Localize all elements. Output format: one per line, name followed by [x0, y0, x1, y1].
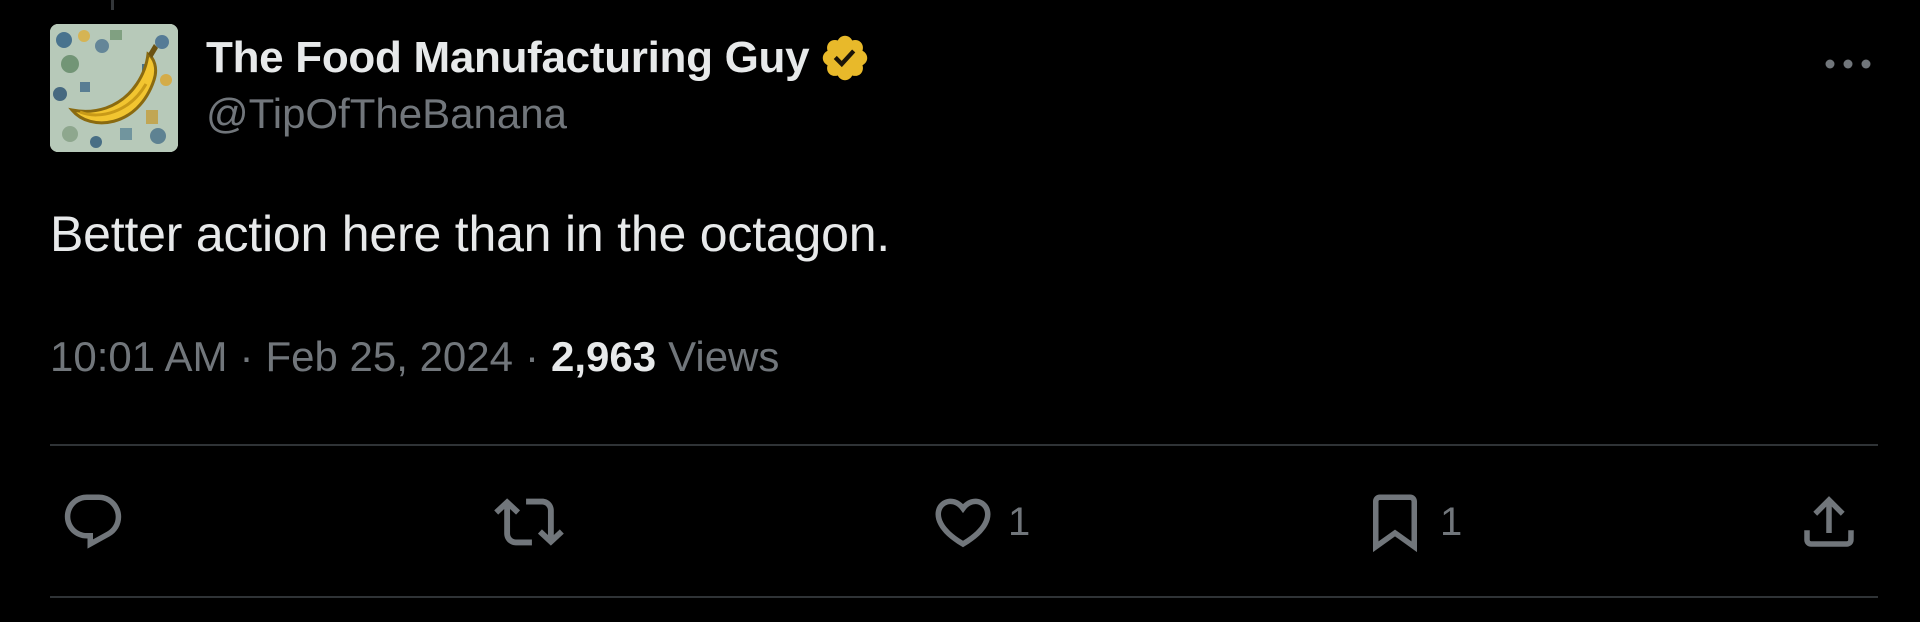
divider-top [50, 444, 1878, 446]
meta-separator: · [239, 333, 254, 380]
display-name[interactable]: The Food Manufacturing Guy [206, 33, 810, 83]
tweet-header: The Food Manufacturing Guy @TipOfTheBana… [50, 24, 1878, 154]
like-count: 1 [1008, 499, 1031, 544]
bookmark-icon [1373, 494, 1417, 553]
author-handle[interactable]: @TipOfTheBanana [206, 90, 871, 138]
meta-separator: · [525, 333, 539, 380]
tweet-time[interactable]: 10:01 AM [50, 333, 227, 381]
views-label: Views [668, 333, 780, 380]
more-options-button[interactable] [1818, 42, 1878, 86]
more-horizontal-icon [1825, 59, 1871, 69]
tweet-actions-bar: 1 1 [50, 480, 1878, 564]
like-button[interactable]: 1 [930, 480, 1030, 564]
author-names: The Food Manufacturing Guy @TipOfTheBana… [206, 30, 871, 138]
share-icon [1804, 496, 1854, 547]
heart-icon [935, 498, 991, 548]
banana-avatar-image [50, 24, 178, 152]
tweet-metadata: 10:01 AM · Feb 25, 2024 · 2,963 Views [50, 333, 779, 381]
bookmark-count: 1 [1440, 499, 1463, 544]
tweet: The Food Manufacturing Guy @TipOfTheBana… [50, 0, 1878, 622]
verified-badge-icon[interactable] [819, 32, 871, 84]
reply-button[interactable] [60, 480, 126, 564]
views-count: 2,963 [551, 333, 657, 380]
repost-button[interactable] [494, 480, 564, 564]
avatar[interactable] [50, 24, 178, 152]
reply-icon [64, 494, 122, 549]
display-name-row: The Food Manufacturing Guy [206, 30, 871, 86]
repost-icon [494, 498, 564, 546]
tweet-date[interactable]: Feb 25, 2024 [265, 333, 513, 381]
tweet-text: Better action here than in the octagon. [50, 206, 891, 262]
bookmark-button[interactable]: 1 [1362, 480, 1462, 564]
share-button[interactable] [1796, 480, 1862, 564]
divider-bottom [50, 596, 1878, 598]
